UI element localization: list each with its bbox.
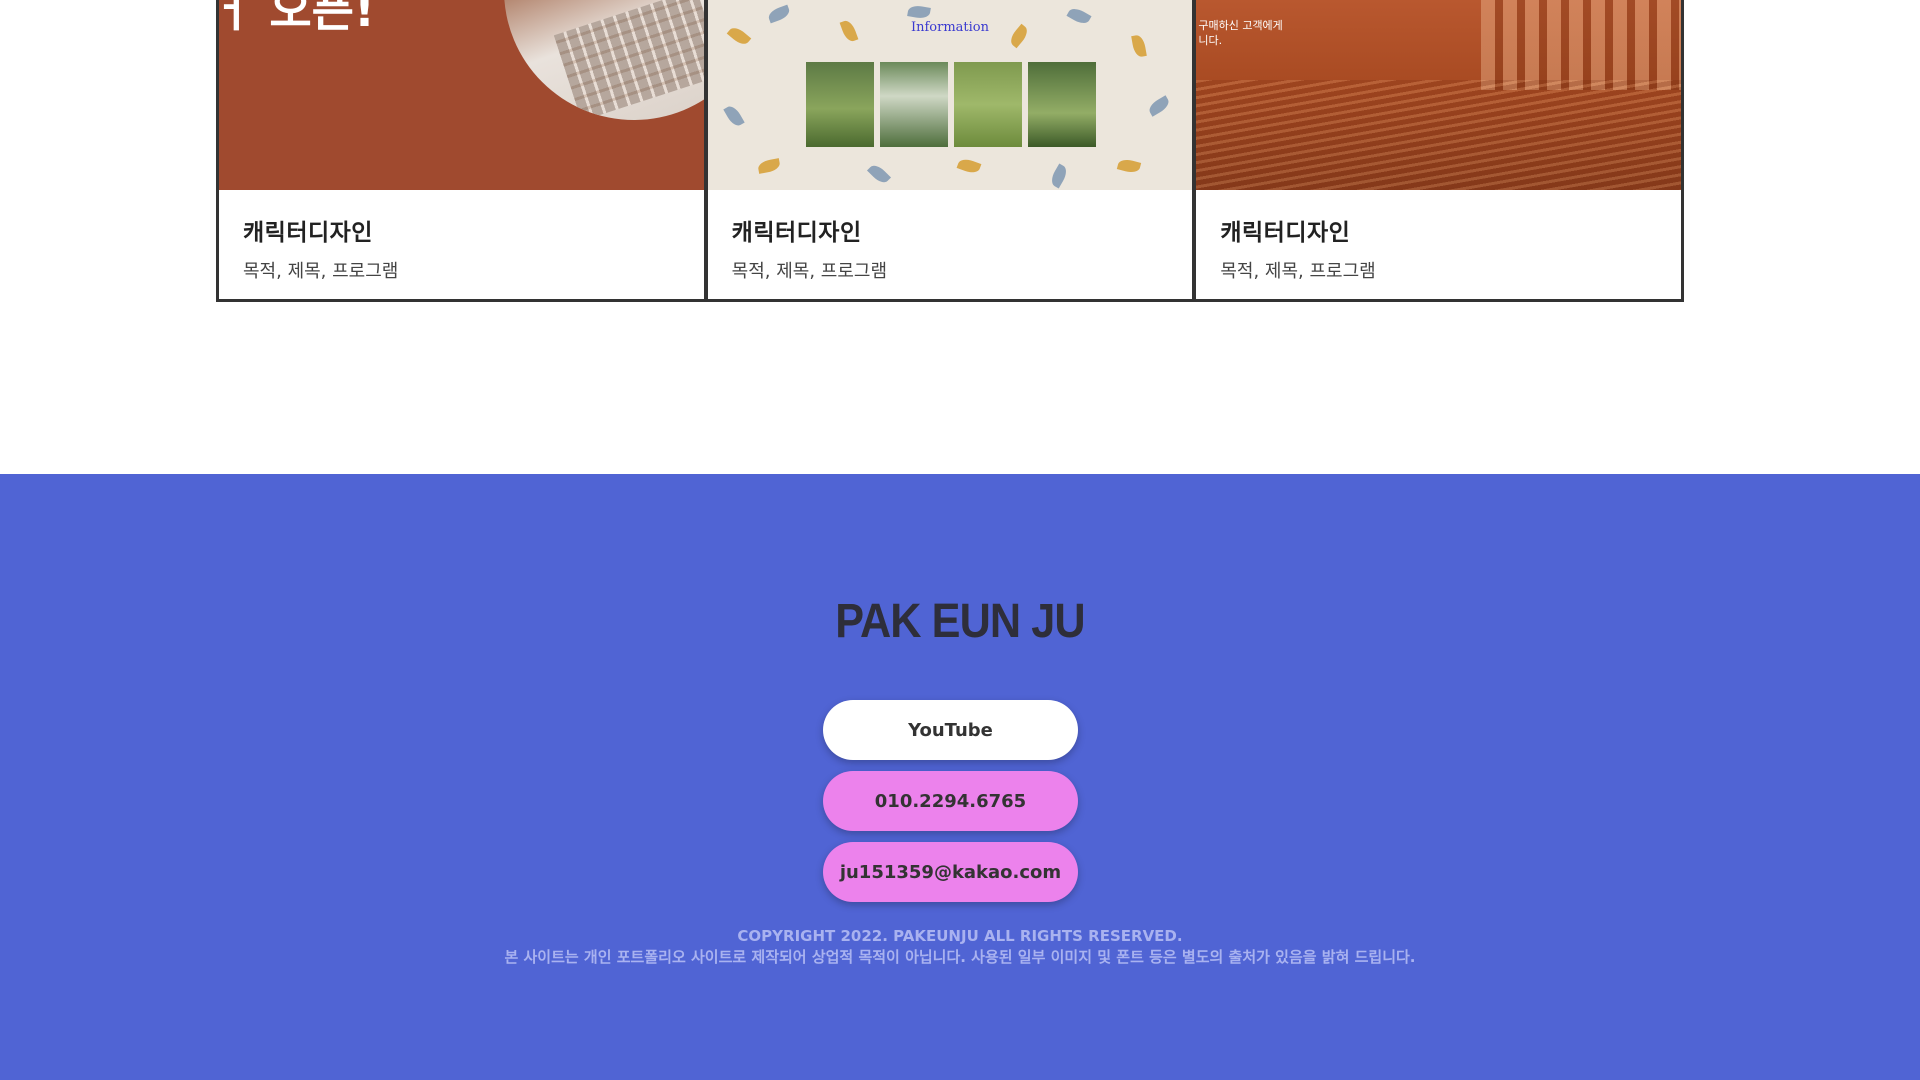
phone-button[interactable]: 010.2294.6765 [823,771,1078,831]
card-1-subtitle: 목적, 제목, 프로그램 [243,261,399,282]
card-1-thumbnail-text: ㅓ 오픈! [219,0,375,37]
site-footer: PAK EUN JU YouTube 010.2294.6765 ju15135… [0,474,1920,1080]
copyright-line-2: 본 사이트는 개인 포트폴리오 사이트로 제작되어 상업적 목적이 아닙니다. … [504,948,1416,966]
children-photo-strip [805,62,1096,147]
canal-water-image [1196,80,1682,190]
leaf-decoration [1146,95,1172,117]
card-1-title[interactable]: 캐릭터디자인 [243,213,398,247]
card-3-title[interactable]: 캐릭터디자인 [1220,213,1375,247]
card-2-thumbnail-text: Information [910,20,990,35]
portfolio-card-3[interactable]: 구매하신 고객에게 니다. 캐릭터디자인 목적, 제목, 프로그램 [1196,0,1682,299]
card-2-subtitle: 목적, 제목, 프로그램 [731,261,888,282]
email-button[interactable]: ju151359@kakao.com [823,842,1078,902]
leaf-decoration [1130,34,1147,58]
card-2-info: 캐릭터디자인 목적, 제목, 프로그램 [732,213,887,283]
card-3-thumbnail[interactable]: 구매하신 고객에게 니다. [1196,0,1682,190]
leaf-decoration [906,4,931,20]
children-photo [879,62,948,147]
canal-buildings-image [1481,0,1682,90]
card-1-info: 캐릭터디자인 목적, 제목, 프로그램 [243,213,398,283]
portfolio-card-2[interactable]: Information 캐릭터디자인 목적, 제목, 프로그램 [707,0,1193,299]
leaf-decoration [866,161,891,187]
leaf-decoration [722,103,745,129]
copyright-text: COPYRIGHT 2022. PAKEUNJU ALL RIGHTS RESE… [0,926,1920,968]
card-3-info: 캐릭터디자인 목적, 제목, 프로그램 [1220,213,1375,283]
youtube-button[interactable]: YouTube [823,700,1078,760]
card-3-subtitle: 목적, 제목, 프로그램 [1220,261,1376,282]
leaf-decoration [1047,163,1070,189]
laptop-keyboard-image [553,0,704,120]
children-photo [1027,62,1096,147]
leaf-decoration [1116,157,1141,175]
card-1-thumbnail[interactable]: ㅓ 오픈! [219,0,704,190]
footer-logo: PAK EUN JU [835,595,1085,648]
laptop-photo [504,0,704,120]
leaf-decoration [956,156,982,176]
children-photo [953,62,1022,147]
copyright-line-1: COPYRIGHT 2022. PAKEUNJU ALL RIGHTS RESE… [737,927,1183,945]
leaf-decoration [756,158,781,174]
portfolio-card-1[interactable]: ㅓ 오픈! 캐릭터디자인 목적, 제목, 프로그램 [219,0,704,299]
card-2-thumbnail[interactable]: Information [707,0,1193,190]
card-2-title[interactable]: 캐릭터디자인 [732,213,887,247]
portfolio-card-row: ㅓ 오픈! 캐릭터디자인 목적, 제목, 프로그램 Information 캐릭… [216,0,1684,302]
children-photo [805,62,874,147]
card-3-thumbnail-text: 구매하신 고객에게 니다. [1198,19,1283,47]
